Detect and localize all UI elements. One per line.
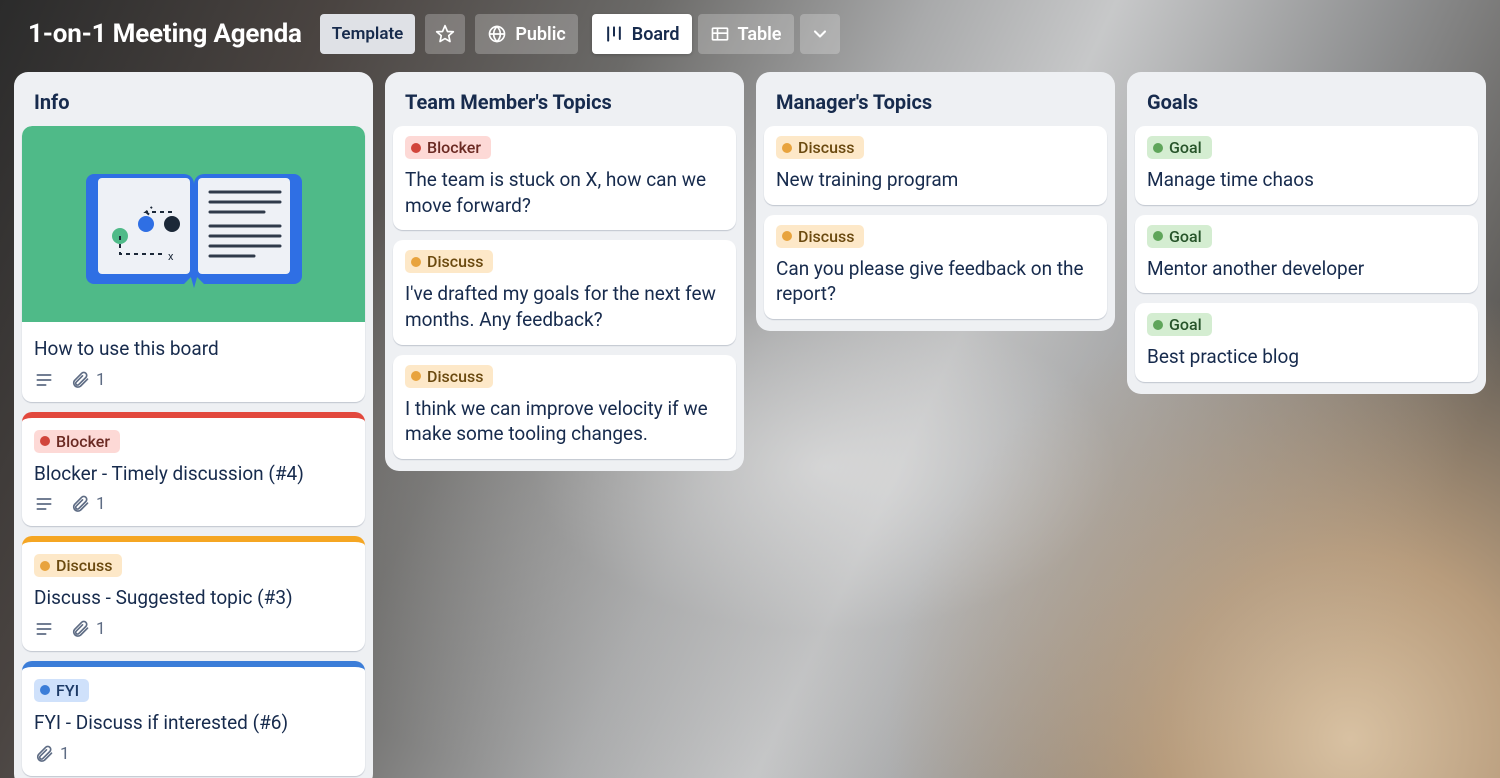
list-title[interactable]: Info bbox=[22, 82, 365, 116]
card-title: New training program bbox=[776, 167, 1095, 193]
card-title: Blocker - Timely discussion (#4) bbox=[34, 461, 353, 487]
description-badge bbox=[34, 494, 54, 514]
label-text: FYI bbox=[56, 681, 79, 700]
view-table-label: Table bbox=[738, 24, 782, 45]
visibility-button[interactable]: Public bbox=[475, 14, 577, 54]
card[interactable]: Blocker Blocker - Timely discussion (#4)… bbox=[22, 412, 365, 527]
card[interactable]: Discuss I've drafted my goals for the ne… bbox=[393, 240, 736, 344]
card-title: Mentor another developer bbox=[1147, 256, 1466, 282]
card[interactable]: Discuss I think we can improve velocity … bbox=[393, 355, 736, 459]
card[interactable]: Blocker The team is stuck on X, how can … bbox=[393, 126, 736, 230]
book-illustration-icon: x bbox=[64, 144, 324, 304]
attachment-count: 1 bbox=[60, 744, 70, 764]
card-title: I think we can improve velocity if we ma… bbox=[405, 396, 724, 447]
view-board-button[interactable]: Board bbox=[592, 14, 692, 54]
description-icon bbox=[34, 370, 54, 390]
table-icon bbox=[710, 24, 730, 44]
label-text: Blocker bbox=[427, 138, 481, 157]
attachment-icon bbox=[70, 494, 90, 514]
description-badge bbox=[34, 370, 54, 390]
label-text: Goal bbox=[1169, 138, 1202, 157]
attachment-badge: 1 bbox=[34, 744, 70, 764]
attachment-icon bbox=[70, 370, 90, 390]
description-badge bbox=[34, 619, 54, 639]
list-manager-topics: Manager's Topics Discuss New training pr… bbox=[756, 72, 1115, 331]
card-title: Manage time chaos bbox=[1147, 167, 1466, 193]
card-badges: 1 bbox=[34, 370, 353, 390]
attachment-icon bbox=[70, 619, 90, 639]
attachment-count: 1 bbox=[96, 370, 106, 390]
card-label-blocker: Blocker bbox=[405, 136, 491, 159]
list-title[interactable]: Goals bbox=[1135, 82, 1478, 116]
view-more-button[interactable] bbox=[800, 14, 840, 54]
visibility-label: Public bbox=[515, 24, 565, 45]
attachment-badge: 1 bbox=[70, 619, 106, 639]
attachment-count: 1 bbox=[96, 494, 106, 514]
template-badge-label: Template bbox=[332, 24, 404, 44]
card[interactable]: Goal Best practice blog bbox=[1135, 303, 1478, 382]
card-badges: 1 bbox=[34, 744, 353, 764]
card-title: Can you please give feedback on the repo… bbox=[776, 256, 1095, 307]
list-team-topics: Team Member's Topics Blocker The team is… bbox=[385, 72, 744, 471]
list-goals: Goals Goal Manage time chaos Goal Mentor… bbox=[1127, 72, 1486, 394]
board-canvas: Info bbox=[0, 72, 1500, 778]
board-header: 1-on-1 Meeting Agenda Template Public Bo… bbox=[0, 0, 1500, 72]
label-text: Discuss bbox=[56, 556, 112, 575]
card[interactable]: Discuss Discuss - Suggested topic (#3) 1 bbox=[22, 536, 365, 651]
label-text: Goal bbox=[1169, 315, 1202, 334]
card[interactable]: Goal Manage time chaos bbox=[1135, 126, 1478, 205]
board-icon bbox=[604, 24, 624, 44]
card-label-blocker: Blocker bbox=[34, 430, 120, 453]
label-text: Discuss bbox=[798, 138, 854, 157]
label-text: Goal bbox=[1169, 227, 1202, 246]
card-title: FYI - Discuss if interested (#6) bbox=[34, 710, 353, 736]
label-text: Discuss bbox=[427, 367, 483, 386]
description-icon bbox=[34, 494, 54, 514]
list-title[interactable]: Team Member's Topics bbox=[393, 82, 736, 116]
card[interactable]: Discuss New training program bbox=[764, 126, 1107, 205]
card-label-discuss: Discuss bbox=[776, 136, 864, 159]
card-title: The team is stuck on X, how can we move … bbox=[405, 167, 724, 218]
attachment-icon bbox=[34, 744, 54, 764]
label-text: Blocker bbox=[56, 432, 110, 451]
card-label-goal: Goal bbox=[1147, 313, 1212, 336]
chevron-down-icon bbox=[810, 24, 830, 44]
attachment-count: 1 bbox=[96, 619, 106, 639]
card[interactable]: Discuss Can you please give feedback on … bbox=[764, 215, 1107, 319]
card[interactable]: Goal Mentor another developer bbox=[1135, 215, 1478, 294]
list-title[interactable]: Manager's Topics bbox=[764, 82, 1107, 116]
card-label-goal: Goal bbox=[1147, 225, 1212, 248]
list-info: Info bbox=[14, 72, 373, 778]
card-badges: 1 bbox=[34, 494, 353, 514]
board-title[interactable]: 1-on-1 Meeting Agenda bbox=[28, 19, 302, 49]
label-text: Discuss bbox=[427, 252, 483, 271]
card-label-discuss: Discuss bbox=[776, 225, 864, 248]
template-badge[interactable]: Template bbox=[320, 14, 416, 54]
attachment-badge: 1 bbox=[70, 494, 106, 514]
description-icon bbox=[34, 619, 54, 639]
label-text: Discuss bbox=[798, 227, 854, 246]
card-title: Best practice blog bbox=[1147, 344, 1466, 370]
card-label-discuss: Discuss bbox=[405, 250, 493, 273]
card-badges: 1 bbox=[34, 619, 353, 639]
star-button[interactable] bbox=[425, 14, 465, 54]
card-cover-image: x bbox=[22, 126, 365, 322]
card-title: I've drafted my goals for the next few m… bbox=[405, 281, 724, 332]
card-title: Discuss - Suggested topic (#3) bbox=[34, 585, 353, 611]
globe-icon bbox=[487, 24, 507, 44]
star-icon bbox=[435, 24, 455, 44]
card[interactable]: FYI FYI - Discuss if interested (#6) 1 bbox=[22, 661, 365, 776]
view-switcher: Board Table bbox=[588, 10, 844, 58]
card-label-discuss: Discuss bbox=[405, 365, 493, 388]
card[interactable]: x How to use this board 1 bbox=[22, 126, 365, 402]
view-board-label: Board bbox=[632, 24, 680, 45]
card-label-goal: Goal bbox=[1147, 136, 1212, 159]
svg-text:x: x bbox=[168, 250, 174, 263]
attachment-badge: 1 bbox=[70, 370, 106, 390]
view-table-button[interactable]: Table bbox=[698, 14, 794, 54]
card-label-fyi: FYI bbox=[34, 679, 89, 702]
card-label-discuss: Discuss bbox=[34, 554, 122, 577]
card-title: How to use this board bbox=[34, 336, 353, 362]
